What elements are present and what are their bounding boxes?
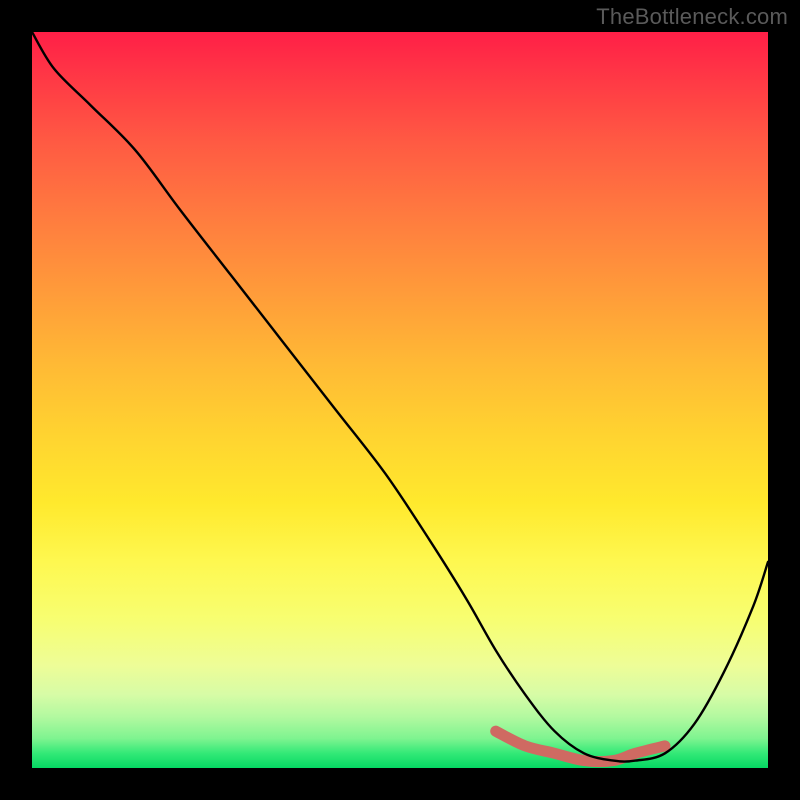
watermark-text: TheBottleneck.com <box>596 4 788 30</box>
chart-frame: TheBottleneck.com <box>0 0 800 800</box>
curve-layer <box>32 32 768 768</box>
trough-highlight <box>496 731 665 761</box>
bottleneck-curve <box>32 32 768 762</box>
plot-area <box>32 32 768 768</box>
